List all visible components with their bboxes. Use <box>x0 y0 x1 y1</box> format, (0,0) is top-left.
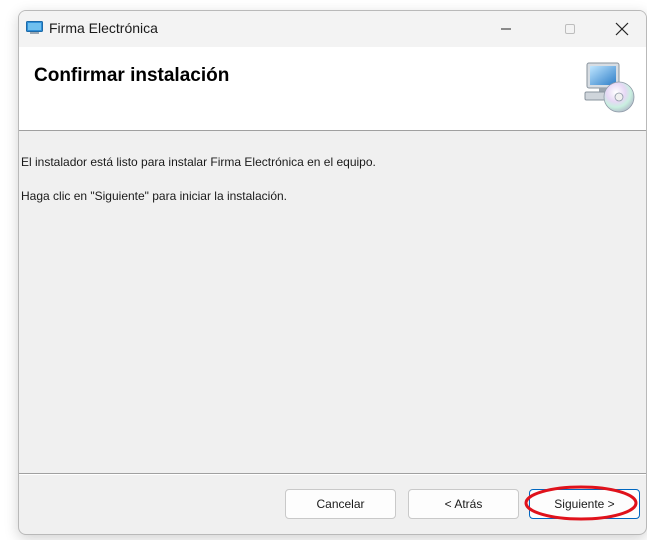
wizard-header: Confirmar instalación <box>19 47 646 131</box>
maximize-button[interactable] <box>547 11 593 47</box>
page-title: Confirmar instalación <box>34 65 230 86</box>
close-icon <box>615 22 629 36</box>
next-button[interactable]: Siguiente > <box>529 489 640 519</box>
installer-app-icon <box>26 21 43 34</box>
computer-cd-icon <box>584 62 635 113</box>
title-bar[interactable]: Firma Electrónica <box>19 11 646 47</box>
installer-window: Firma Electrónica Confirmar instalación <box>18 10 647 535</box>
window-title: Firma Electrónica <box>49 20 158 36</box>
ready-message: El instalador está listo para instalar F… <box>21 155 376 169</box>
minimize-button[interactable] <box>483 11 529 47</box>
back-button[interactable]: < Atrás <box>408 489 519 519</box>
close-button[interactable] <box>599 11 645 47</box>
minimize-icon <box>501 28 511 30</box>
maximize-icon <box>565 24 575 34</box>
instruction-message: Haga clic en "Siguiente" para iniciar la… <box>21 189 287 203</box>
footer-divider <box>19 473 646 475</box>
cancel-button[interactable]: Cancelar <box>285 489 396 519</box>
